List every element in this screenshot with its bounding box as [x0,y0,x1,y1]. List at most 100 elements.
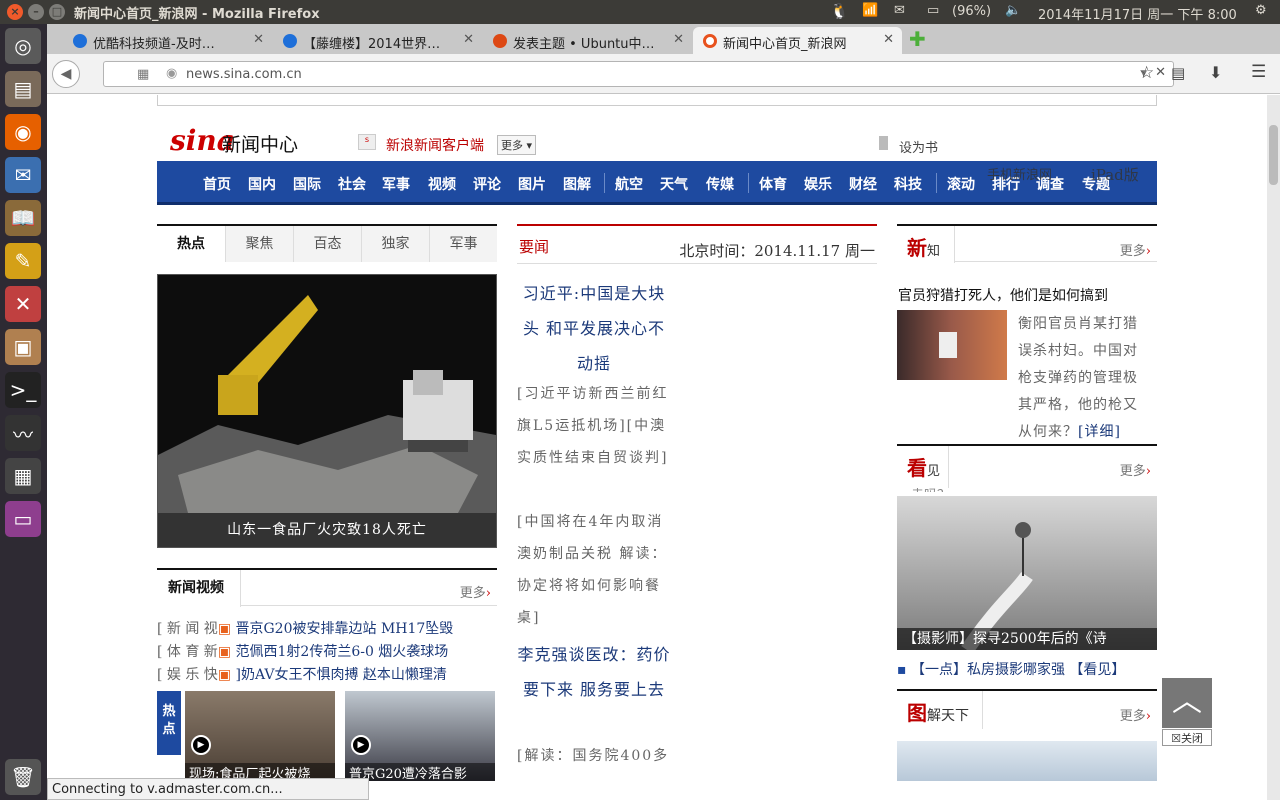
app-icon[interactable]: ▭ [5,501,41,537]
back-button[interactable]: ◀ [52,60,80,88]
reader-view-icon[interactable]: ▦ [137,67,149,82]
map-title[interactable]: 图解天下 [897,691,983,729]
video-thumb[interactable]: ▶ 普京G20遭冷落合影 [345,691,495,781]
maximize-window-button[interactable]: □ [49,4,65,20]
terminal-icon[interactable]: >_ [5,372,41,408]
list-item[interactable]: [ 娱 乐 快▣ ]奶AV女王不惧肉搏 赵本山懒理清 [157,664,497,687]
scrollbar[interactable] [1267,95,1280,800]
nav-tech[interactable]: 科技 [894,174,922,194]
article-thumbnail[interactable] [897,310,1007,380]
play-icon[interactable]: ▶ [191,735,211,755]
trash-icon[interactable]: 🗑 [5,759,41,795]
tab-sina-news[interactable]: 新闻中心首页_新浪网 ✕ [693,27,902,54]
volume-icon[interactable]: 🔈 [1005,3,1021,18]
set-homepage-link[interactable]: 设为书 [899,137,938,156]
headline-1-subs-2[interactable]: [中国将在4年内取消澳奶制品关税 解读：协定将将如何影响餐桌] [517,506,671,634]
downloads-icon[interactable]: ⬇ [1209,63,1222,82]
nav-domestic[interactable]: 国内 [248,174,276,194]
bookmarks-menu-icon[interactable]: ▤ [1171,64,1185,82]
tab-military[interactable]: 军事 [429,226,497,262]
menu-icon[interactable]: ☰ [1251,62,1266,82]
nav-sports[interactable]: 体育 [759,174,787,194]
photographer-caption[interactable]: 【摄影师】探寻2500年后的《诗 [897,628,1157,650]
headline-photo[interactable]: 山东一食品厂火灾致18人死亡 [157,274,497,548]
mobile-link-overlay[interactable]: 手机新浪网 [987,164,1052,183]
close-tab-icon[interactable]: ✕ [463,32,474,47]
headline-1-subs[interactable]: [习近平访新西兰前红旗L5运抵机场][中澳实质性结束自贸谈判] [517,378,671,474]
video-section-title[interactable]: 新闻视频 [157,570,241,607]
more-link[interactable]: 更多› [1120,460,1151,479]
nav-video[interactable]: 视频 [428,174,456,194]
video-link[interactable]: 晋京G20被安排靠边站 MH17坠毁 [236,621,454,637]
thunderbird-icon[interactable]: ✉ [5,157,41,193]
new-knowledge-title[interactable]: 新知 [897,226,955,263]
firefox-icon[interactable]: ◉ [5,114,41,150]
nav-graphic[interactable]: 图解 [563,174,591,194]
close-tab-icon[interactable]: ✕ [253,32,264,47]
back-to-top-button[interactable]: ︿ [1162,678,1212,728]
headline-2-subs[interactable]: [解读：国务院400多亿元兴费引免除检验 [517,740,671,780]
nav-comment[interactable]: 评论 [473,174,501,194]
system-monitor-icon[interactable]: 〰 [5,415,41,451]
more-dropdown[interactable]: 更多 ▾ [497,135,537,155]
world-map-image[interactable] [897,741,1157,781]
nav-aviation[interactable]: 航空 [615,174,643,194]
nav-society[interactable]: 社会 [338,174,366,194]
tab-youku[interactable]: 优酷科技频道-及时… ✕ [63,27,272,54]
nav-international[interactable]: 国际 [293,174,321,194]
nav-photo[interactable]: 图片 [518,174,546,194]
client-app-icon[interactable]: s [358,134,376,150]
workspace-switcher-icon[interactable]: ▦ [5,458,41,494]
tab-exclusive[interactable]: 独家 [361,226,429,262]
linux-icon[interactable]: 🐧 [830,2,849,20]
minimize-window-button[interactable]: – [28,4,44,20]
archive-icon[interactable]: ▣ [5,329,41,365]
clock[interactable]: 2014年11月17日 周一 下午 8:00 [1038,4,1237,23]
new-tab-button[interactable]: ✚ [909,27,926,51]
url-bar[interactable]: ▦ ◉ news.sina.com.cn ▾ ✕ [103,61,1174,87]
tab-ubuntu-forum[interactable]: 发表主题 • Ubuntu中… ✕ [483,27,692,54]
nav-rolling[interactable]: 滚动 [947,174,975,194]
detail-link[interactable]: [详细] [1078,424,1121,440]
new-knowledge-headline[interactable]: 官员狩猎打死人，他们是如何搞到 [898,285,1108,305]
nav-media[interactable]: 传媒 [706,174,734,194]
mail-icon[interactable]: ✉ [894,3,905,18]
dash-icon[interactable]: ◎ [5,28,41,64]
close-window-button[interactable]: × [7,4,23,20]
more-link[interactable]: 更多› [1120,705,1151,724]
text-editor-icon[interactable]: ✎ [5,243,41,279]
url-text[interactable]: news.sina.com.cn [186,67,302,82]
headline-2[interactable]: 李克强谈医改：药价要下来 服务要上去 [517,637,671,707]
files-icon[interactable]: ▤ [5,71,41,107]
close-tab-icon[interactable]: ✕ [673,32,684,47]
video-link[interactable]: 范佩西1射2传荷兰6-0 烟火袭球场 [236,644,449,660]
see-line[interactable]: ▪ 【一点】私房摄影哪家强 【看见】 [897,659,1157,679]
reader-icon[interactable]: 📖 [5,200,41,236]
tab-focus[interactable]: 聚焦 [225,226,293,262]
tab-hot[interactable]: 热点 [157,226,225,263]
battery-icon[interactable]: ▭ [927,3,939,18]
play-icon[interactable]: ▶ [351,735,371,755]
settings-gear-icon[interactable]: ⚙ [1255,3,1267,18]
nav-finance[interactable]: 财经 [849,174,877,194]
bookmark-star-icon[interactable]: ☆ [1139,63,1154,83]
client-link[interactable]: 新浪新闻客户端 [386,135,484,155]
list-item[interactable]: [ 新 闻 视▣ 晋京G20被安排靠边站 MH17坠毁 [157,618,497,641]
nav-weather[interactable]: 天气 [660,174,688,194]
see-title[interactable]: 看见 [897,446,949,488]
stop-icon[interactable]: ✕ [1155,65,1166,80]
ipad-link-overlay[interactable]: iPad版 [1091,164,1139,185]
scrollbar-thumb[interactable] [1269,125,1278,185]
close-float-button[interactable]: ☒关闭 [1162,729,1212,746]
nav-military[interactable]: 军事 [382,174,410,194]
video-link[interactable]: ]奶AV女王不惧肉搏 赵本山懒理清 [236,667,447,683]
wifi-icon[interactable]: 📶 [862,3,878,18]
video-more-link[interactable]: 更多› [460,582,491,601]
headline-1[interactable]: 习近平:中国是大块头 和平发展决心不动摇 [517,276,671,381]
list-item[interactable]: [ 体 育 新▣ 范佩西1射2传荷兰6-0 烟火袭球场 [157,641,497,664]
photo-caption[interactable]: 山东一食品厂火灾致18人死亡 [158,513,496,547]
see-line-text[interactable]: 【一点】私房摄影哪家强 【看见】 [911,662,1125,678]
nav-entertainment[interactable]: 娱乐 [804,174,832,194]
tab-tengchanlou[interactable]: 【藤缠楼】2014世界… ✕ [273,27,482,54]
photographer-image[interactable]: 【摄影师】探寻2500年后的《诗 [897,496,1157,650]
